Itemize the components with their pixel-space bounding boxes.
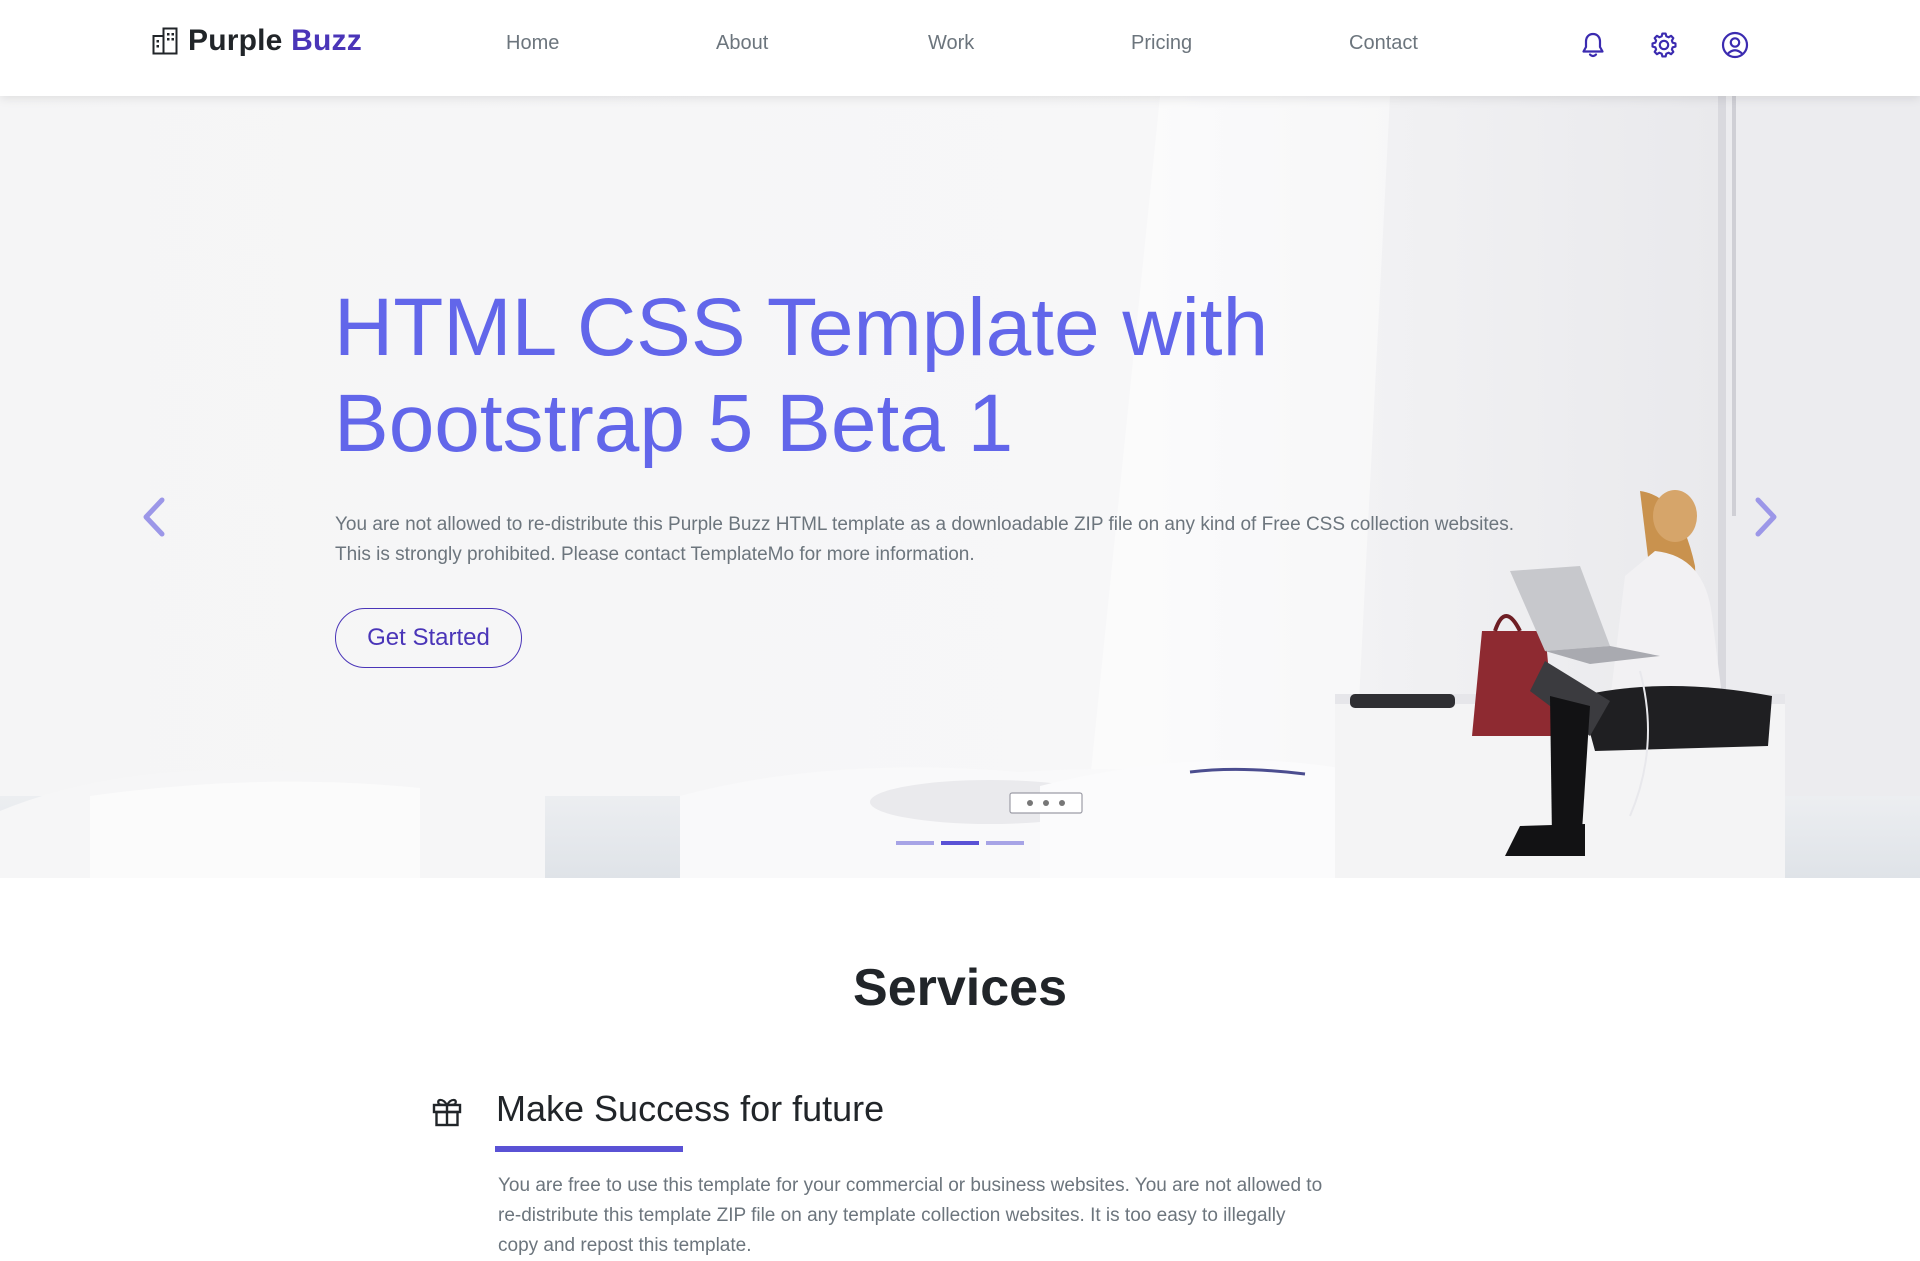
hero-description-line2: This is strongly prohibited. Please cont… bbox=[335, 544, 975, 565]
nav-item-pricing[interactable]: Pricing bbox=[1131, 32, 1192, 55]
hero-description: You are not allowed to re-distribute thi… bbox=[335, 510, 1615, 570]
carousel-next-chevron-icon[interactable] bbox=[1748, 492, 1784, 542]
building-icon bbox=[152, 27, 178, 55]
brand-logo-link[interactable]: Purple Buzz bbox=[152, 24, 362, 58]
service-description: You are free to use this template for yo… bbox=[498, 1171, 1398, 1261]
hero-title: HTML CSS Template with Bootstrap 5 Beta … bbox=[334, 280, 1334, 472]
hero-carousel: HTML CSS Template with Bootstrap 5 Beta … bbox=[0, 96, 1920, 878]
nav-item-about[interactable]: About bbox=[716, 32, 768, 55]
services-title: Services bbox=[853, 959, 1067, 1017]
carousel-indicator-1[interactable] bbox=[896, 841, 934, 845]
hero-title-line1: HTML CSS Template with bbox=[334, 282, 1269, 373]
service-heading: Make Success for future bbox=[496, 1088, 885, 1129]
brand-name: Purple Buzz bbox=[188, 24, 362, 58]
brand-name-part2: Buzz bbox=[291, 24, 362, 57]
carousel-indicators bbox=[896, 841, 1024, 845]
carousel-indicator-3[interactable] bbox=[986, 841, 1024, 845]
carousel-indicator-2[interactable] bbox=[941, 841, 979, 845]
service-description-line2: re-distribute this template ZIP file on … bbox=[498, 1205, 1286, 1226]
service-description-line3: copy and repost this template. bbox=[498, 1235, 752, 1256]
service-heading-underline bbox=[495, 1146, 683, 1152]
nav-item-work[interactable]: Work bbox=[928, 32, 974, 55]
top-navbar: Purple Buzz Home About Work Pricing Cont… bbox=[0, 0, 1920, 96]
bell-icon[interactable] bbox=[1578, 30, 1608, 60]
brand-name-part1: Purple bbox=[188, 24, 283, 57]
nav-item-contact[interactable]: Contact bbox=[1349, 32, 1418, 55]
hero-title-line2: Bootstrap 5 Beta 1 bbox=[334, 378, 1014, 469]
carousel-prev-chevron-icon[interactable] bbox=[136, 492, 172, 542]
nav-item-home[interactable]: Home bbox=[506, 32, 559, 55]
gift-icon bbox=[432, 1098, 462, 1127]
hero-background-image bbox=[0, 96, 1920, 878]
get-started-button[interactable]: Get Started bbox=[335, 608, 522, 668]
gear-icon[interactable] bbox=[1649, 30, 1679, 60]
hero-description-line1: You are not allowed to re-distribute thi… bbox=[335, 514, 1514, 535]
service-description-line1: You are free to use this template for yo… bbox=[498, 1175, 1323, 1196]
user-circle-icon[interactable] bbox=[1720, 30, 1750, 60]
